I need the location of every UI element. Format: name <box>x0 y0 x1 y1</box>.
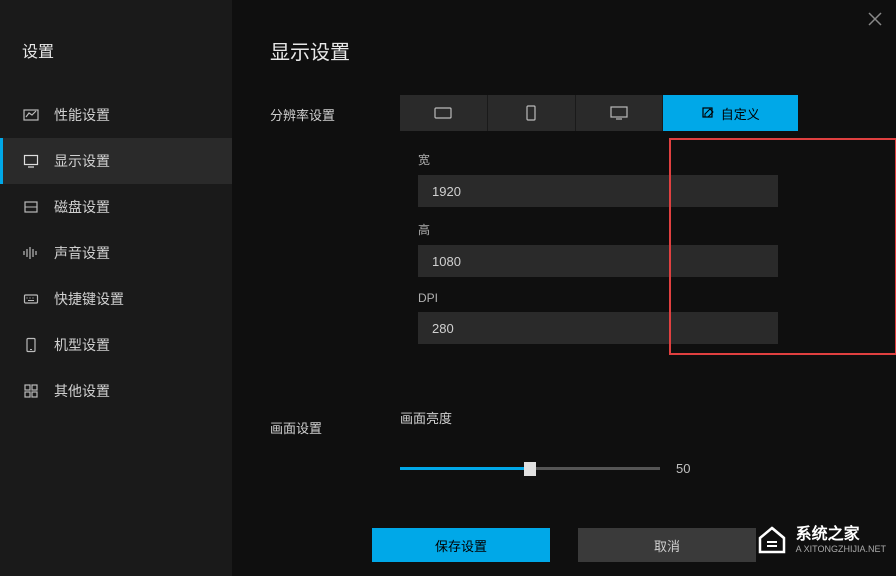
slider-thumb[interactable] <box>524 462 536 476</box>
watermark-text: 系统之家 A XITONGZHIJIA.NET <box>796 525 886 555</box>
sidebar-item-sound[interactable]: 声音设置 <box>0 230 232 276</box>
sidebar-item-label: 机型设置 <box>54 335 110 355</box>
screen-content: 画面亮度 50 <box>400 408 858 476</box>
page-title: 显示设置 <box>232 0 896 95</box>
screen-label: 画面设置 <box>270 408 400 476</box>
tab-tablet-landscape[interactable] <box>400 95 488 131</box>
grid-icon <box>22 382 40 400</box>
chart-icon <box>22 106 40 124</box>
tab-phone-portrait[interactable] <box>488 95 576 131</box>
cancel-button[interactable]: 取消 <box>578 528 756 562</box>
sidebar-item-device[interactable]: 机型设置 <box>0 322 232 368</box>
resolution-label: 分辨率设置 <box>270 95 400 378</box>
tablet-landscape-icon <box>434 107 452 119</box>
sidebar: 设置 性能设置 显示设置 磁盘设置 声音设置 <box>0 0 232 576</box>
sidebar-item-label: 磁盘设置 <box>54 197 110 217</box>
brightness-slider[interactable] <box>400 467 660 470</box>
brightness-value: 50 <box>676 461 690 476</box>
tab-custom[interactable]: 自定义 <box>663 95 798 131</box>
watermark-title: 系统之家 <box>796 525 886 544</box>
phone-icon <box>22 336 40 354</box>
keyboard-icon <box>22 290 40 308</box>
brightness-label: 画面亮度 <box>400 408 858 427</box>
resolution-tabs: 自定义 <box>400 95 798 131</box>
brightness-slider-wrap: 50 <box>400 461 858 476</box>
save-button[interactable]: 保存设置 <box>372 528 550 562</box>
app-container: 设置 性能设置 显示设置 磁盘设置 声音设置 <box>0 0 896 576</box>
sidebar-item-performance[interactable]: 性能设置 <box>0 92 232 138</box>
sidebar-item-label: 其他设置 <box>54 381 110 401</box>
sidebar-item-label: 性能设置 <box>54 105 110 125</box>
house-icon <box>754 522 790 558</box>
sidebar-item-shortcut[interactable]: 快捷键设置 <box>0 276 232 322</box>
watermark-sub: A XITONGZHIJIA.NET <box>796 544 886 555</box>
watermark: 系统之家 A XITONGZHIJIA.NET <box>754 522 886 558</box>
disk-icon <box>22 198 40 216</box>
sidebar-item-label: 声音设置 <box>54 243 110 263</box>
sidebar-item-label: 快捷键设置 <box>54 289 124 309</box>
sidebar-item-display[interactable]: 显示设置 <box>0 138 232 184</box>
edit-icon <box>702 107 715 120</box>
screen-section: 画面设置 画面亮度 50 <box>232 408 896 476</box>
sidebar-item-disk[interactable]: 磁盘设置 <box>0 184 232 230</box>
desktop-icon <box>610 106 628 120</box>
sidebar-item-other[interactable]: 其他设置 <box>0 368 232 414</box>
slider-fill <box>400 467 530 470</box>
close-button[interactable] <box>868 12 882 26</box>
sidebar-title: 设置 <box>0 0 232 92</box>
monitor-icon <box>22 152 40 170</box>
tab-custom-label: 自定义 <box>721 104 760 123</box>
highlight-form <box>669 138 896 355</box>
phone-portrait-icon <box>526 105 536 121</box>
sidebar-item-label: 显示设置 <box>54 151 110 171</box>
sound-icon <box>22 244 40 262</box>
main-content: 显示设置 分辨率设置 自定义 <box>232 0 896 576</box>
tab-desktop[interactable] <box>576 95 664 131</box>
